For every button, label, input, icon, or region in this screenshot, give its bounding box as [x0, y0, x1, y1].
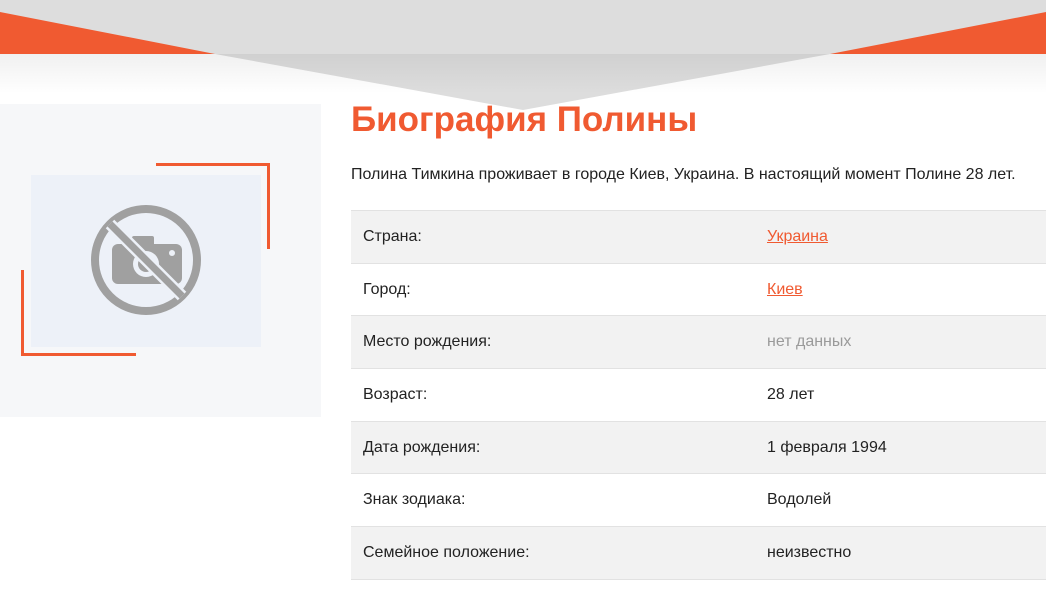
- row-value: 28 лет: [767, 385, 815, 403]
- row-label: Место рождения:: [363, 333, 492, 351]
- row-label: Возраст:: [363, 385, 428, 403]
- table-row: Страна: Украина: [351, 210, 1046, 263]
- row-label: Страна:: [363, 227, 422, 245]
- row-value-link[interactable]: Киев: [767, 281, 1046, 299]
- bio-table: Страна: Украина Город: Киев Место рождения: н…: [351, 210, 1046, 580]
- table-row: Место рождения: нет данных: [351, 315, 1046, 369]
- row-value: 1 февраля 1994: [767, 438, 887, 456]
- table-row: Семейное положение: неизвестно: [351, 526, 1046, 580]
- bio-content: Биография Полины Полина Тимкина проживае…: [351, 96, 1046, 183]
- page-title: Биография Полины: [351, 100, 698, 139]
- row-label: Город:: [363, 280, 411, 298]
- bio-intro: Полина Тимкина проживает в городе Киев, …: [351, 166, 1016, 183]
- no-photo-icon: [91, 205, 201, 315]
- row-value: нет данных: [767, 333, 852, 351]
- table-row: Знак зодиака: Водолей: [351, 473, 1046, 526]
- row-label: Дата рождения:: [363, 438, 481, 456]
- row-value: неизвестно: [767, 543, 852, 561]
- table-row: Возраст: 28 лет: [351, 368, 1046, 421]
- table-row: Дата рождения: 1 февраля 1994: [351, 420, 1046, 474]
- header-shadow: [0, 54, 1046, 94]
- row-value-link[interactable]: Украина: [767, 228, 1046, 246]
- biography-page: Биография Полины Полина Тимкина проживае…: [0, 0, 1046, 600]
- row-label: Семейное положение:: [363, 543, 530, 561]
- table-row: Город: Киев: [351, 262, 1046, 316]
- row-label: Знак зодиака:: [363, 491, 466, 509]
- row-value: Водолей: [767, 491, 832, 509]
